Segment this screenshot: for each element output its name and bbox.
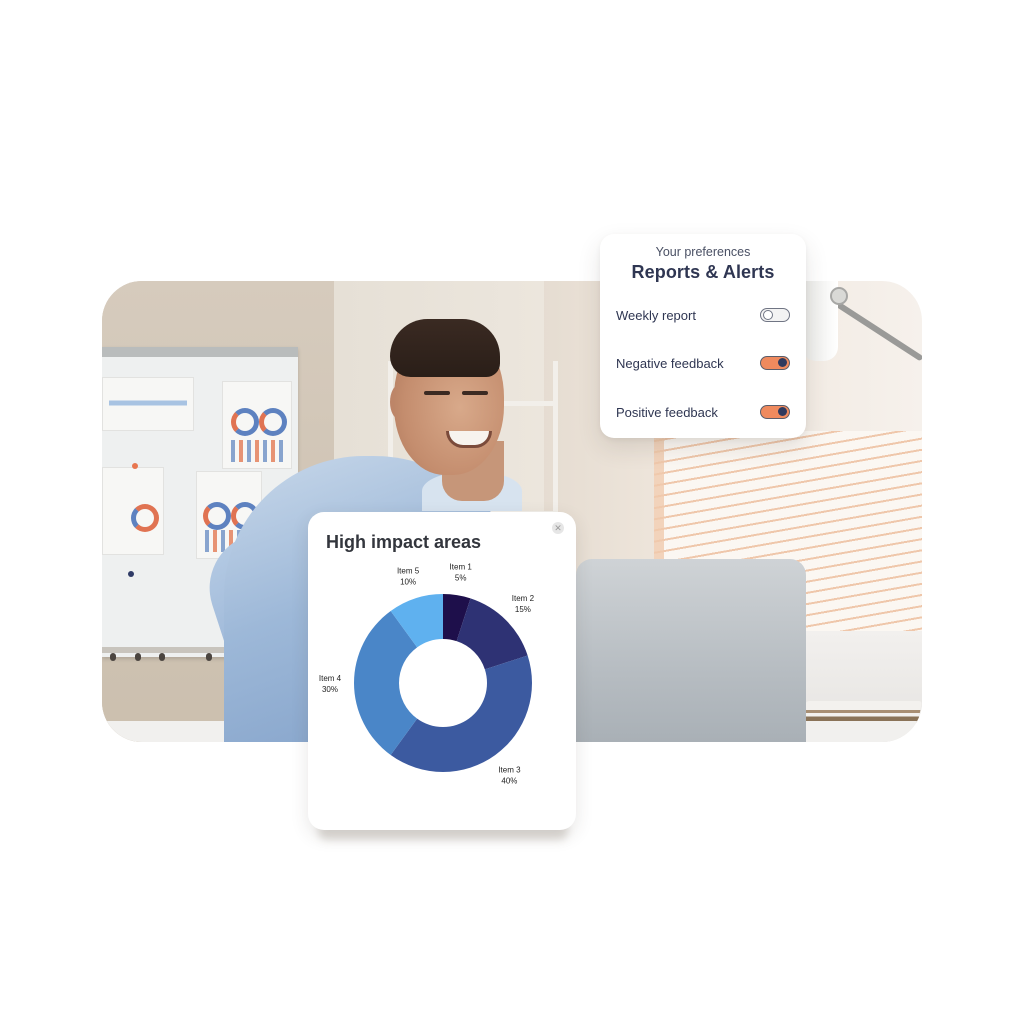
pref-row-positive-feedback: Positive feedback: [616, 401, 790, 423]
slice-label-name: Item 1: [450, 562, 473, 571]
donut-slice-item-3: [390, 655, 532, 772]
slice-label-value: 10%: [400, 578, 416, 587]
slice-label-name: Item 5: [397, 567, 420, 576]
slice-label-value: 15%: [515, 605, 531, 614]
person-hair: [390, 319, 500, 377]
slice-label-name: Item 2: [512, 594, 535, 603]
toggle-knob: [778, 358, 787, 367]
preferences-card: Your preferences Reports & Alerts Weekly…: [600, 234, 806, 438]
poster: [222, 381, 292, 469]
preferences-subtitle: Your preferences: [655, 245, 751, 259]
pref-row-weekly-report: Weekly report: [616, 304, 790, 326]
slice-label-value: 40%: [501, 776, 517, 785]
pref-row-negative-feedback: Negative feedback: [616, 352, 790, 374]
preferences-title: Reports & Alerts: [631, 262, 775, 282]
slice-label-name: Item 4: [319, 674, 342, 683]
laptop: [576, 559, 806, 742]
pref-label: Positive feedback: [616, 404, 718, 420]
donut-chart: Item 1 5% Item 2 15% Item 3 40% Item 4 30% Item …: [319, 562, 535, 785]
pref-label: Negative feedback: [616, 355, 724, 371]
toggle-knob: [763, 309, 773, 320]
poster: [102, 377, 194, 431]
pref-label: Weekly report: [616, 307, 696, 323]
poster: [102, 467, 164, 555]
desk-lamp-arm: [826, 295, 922, 362]
notebooks: [802, 701, 922, 723]
toggle-knob: [778, 407, 787, 416]
slice-label-value: 30%: [322, 685, 338, 694]
slice-label-name: Item 3: [498, 765, 521, 774]
slice-label-value: 5%: [455, 573, 467, 582]
weekly-report-toggle[interactable]: [760, 308, 790, 322]
high-impact-areas-card: High impact areas ✕ Item 1 5% Item 2 15% Ite…: [308, 512, 576, 830]
negative-feedback-toggle[interactable]: [760, 356, 790, 370]
positive-feedback-toggle[interactable]: [760, 405, 790, 419]
